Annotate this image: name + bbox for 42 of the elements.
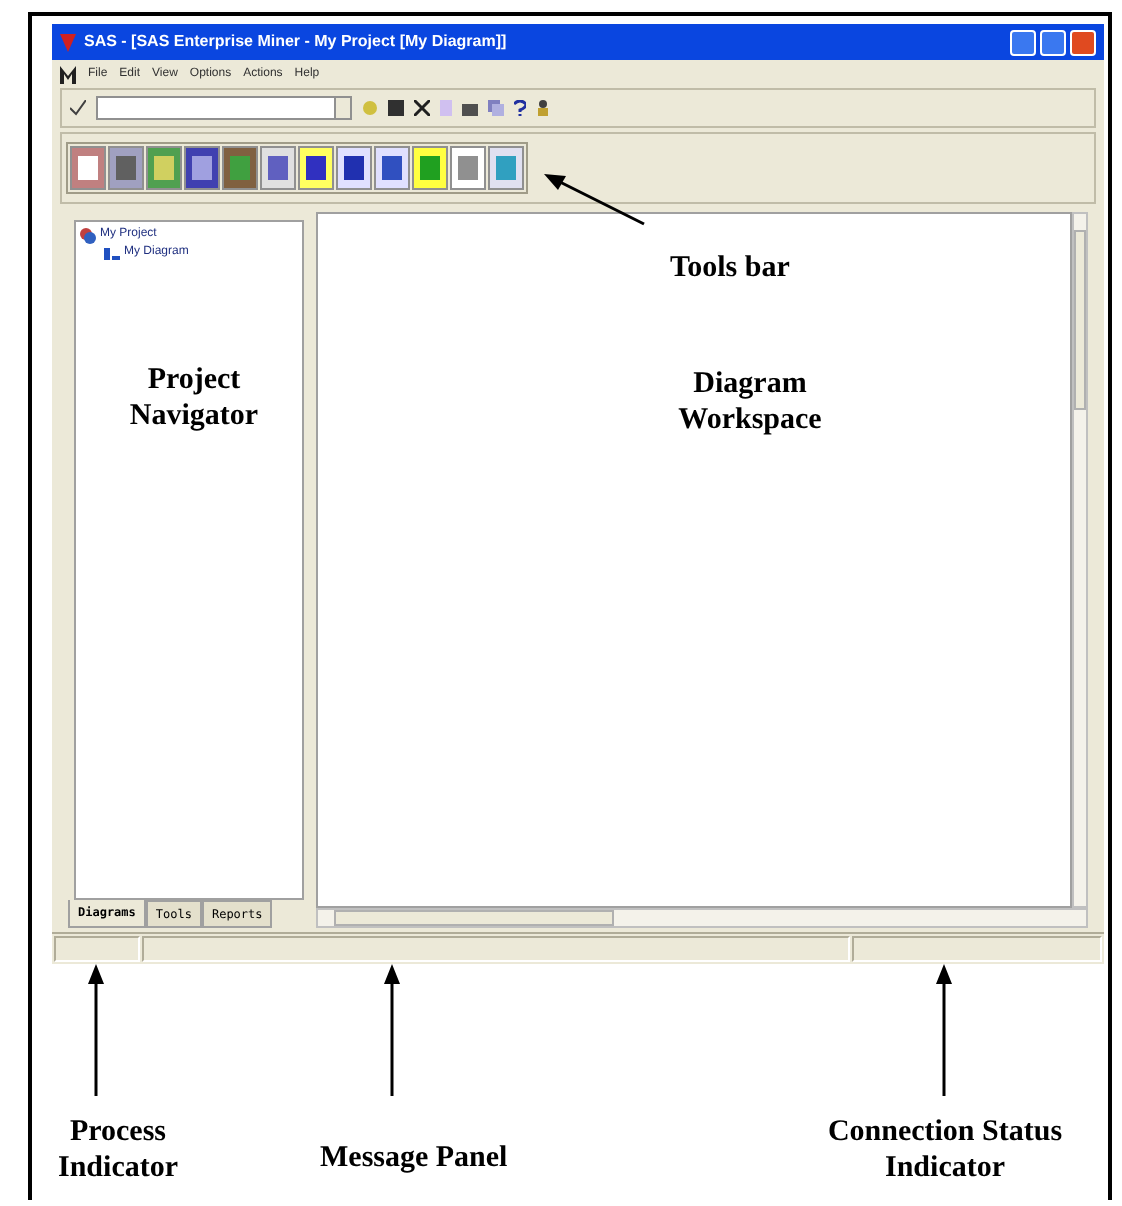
close-button[interactable] (1070, 29, 1096, 55)
tools-bar-arrow (544, 174, 645, 226)
node-tool-icon[interactable] (260, 146, 296, 190)
diagram-workspace-label: Workspace (678, 402, 822, 438)
check-icon[interactable] (70, 100, 86, 116)
process-indicator-label: Indicator (58, 1150, 178, 1186)
figure-icon[interactable] (536, 100, 550, 116)
vertical-scrollbar[interactable] (1072, 212, 1088, 908)
node-tool-icon[interactable] (108, 146, 144, 190)
node-tool-icon[interactable] (298, 146, 334, 190)
node-tool-icon[interactable] (450, 146, 486, 190)
minimize-button[interactable] (1010, 29, 1036, 55)
diagram-icon (104, 245, 120, 261)
m-logo-icon (60, 65, 76, 83)
app-icon (60, 33, 76, 51)
node-tool-icon[interactable] (412, 146, 448, 190)
horizontal-scrollbar[interactable] (316, 908, 1088, 928)
copy-icon[interactable] (488, 100, 504, 116)
project-icon (80, 227, 96, 243)
pointer-arrow (384, 964, 400, 1096)
node-tool-icon[interactable] (222, 146, 258, 190)
command-combo[interactable] (96, 96, 352, 120)
project-navigator-label: Navigator (129, 398, 259, 434)
tools-bar-label: Tools bar (670, 250, 790, 286)
node-tool-icon[interactable] (70, 146, 106, 190)
message-panel-label: Message Panel (320, 1140, 508, 1176)
delete-icon[interactable] (414, 100, 430, 116)
node-tool-icon[interactable] (146, 146, 182, 190)
node-tool-icon[interactable] (336, 146, 372, 190)
project-navigator-label: Project (147, 362, 241, 398)
pointer-arrow (936, 964, 952, 1096)
node-tool-icon[interactable] (488, 146, 524, 190)
node-tool-icon[interactable] (184, 146, 220, 190)
process-indicator-label: Process (69, 1114, 167, 1150)
help-icon[interactable] (514, 100, 526, 116)
window-title: SAS - [SAS Enterprise Miner - My Project [My Diagram]] (84, 30, 507, 54)
pointer-arrow (88, 964, 104, 1096)
node-tool-icon[interactable] (374, 146, 410, 190)
connection-status-label: Connection Status (827, 1114, 1063, 1150)
connection-status-label: Indicator (885, 1150, 1005, 1186)
diagram-workspace-label: Diagram (693, 366, 807, 402)
maximize-button[interactable] (1040, 29, 1066, 55)
